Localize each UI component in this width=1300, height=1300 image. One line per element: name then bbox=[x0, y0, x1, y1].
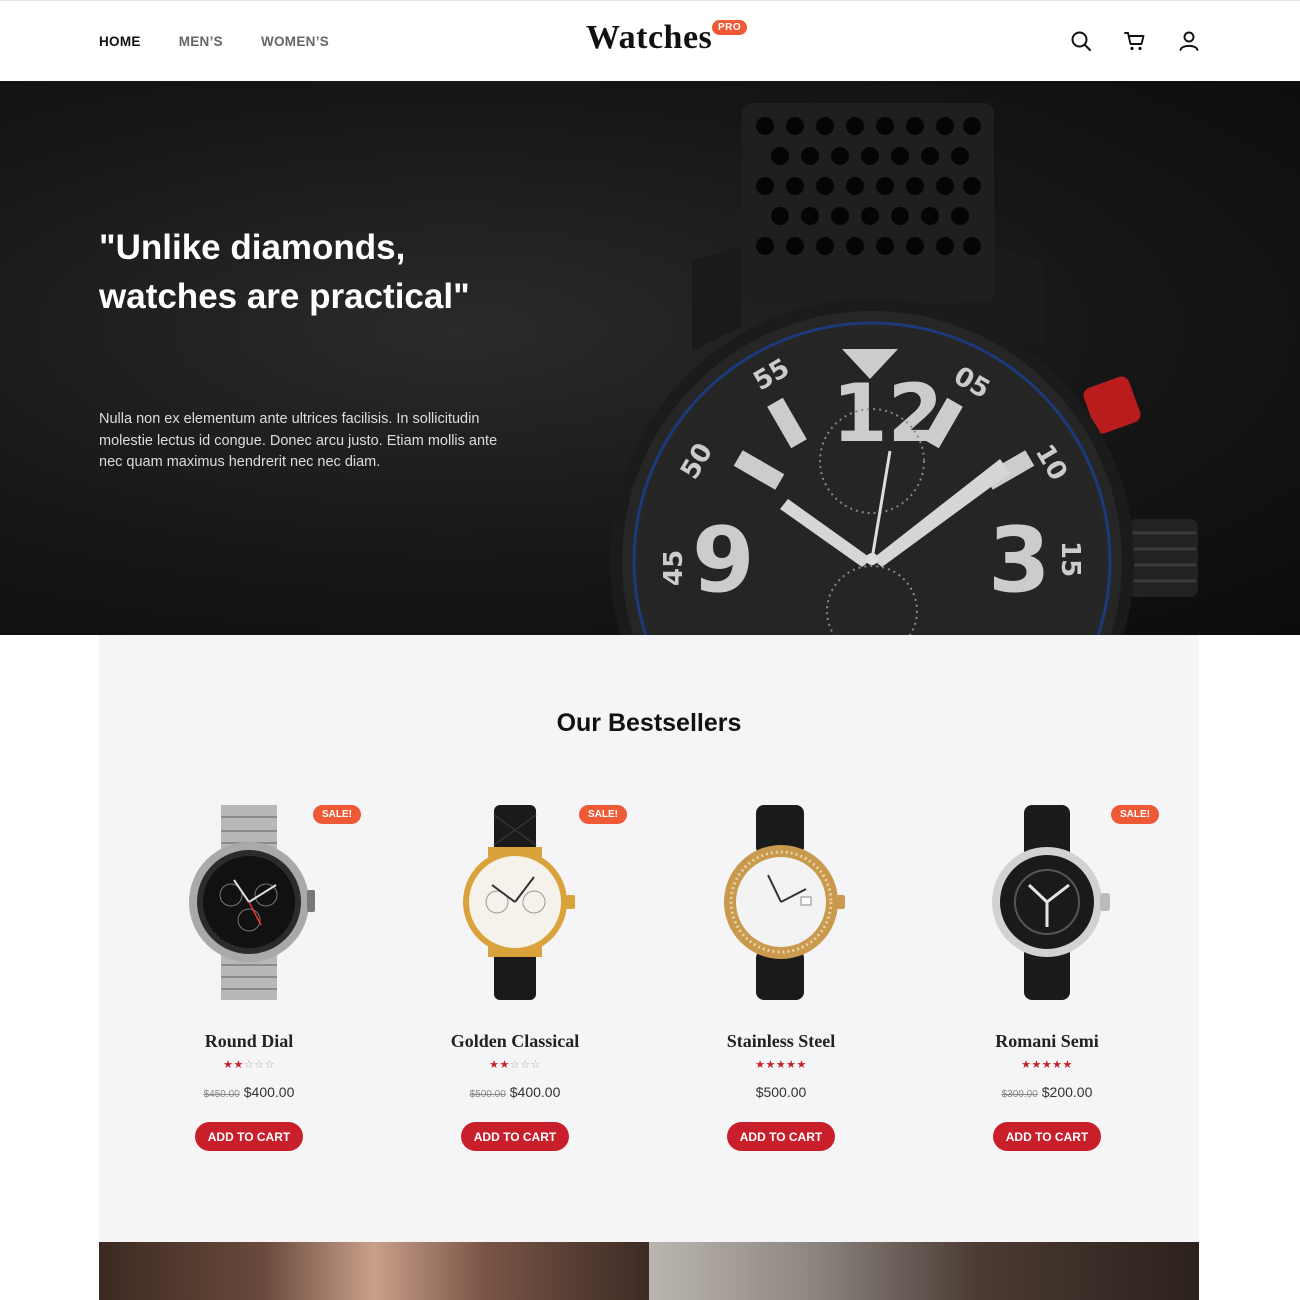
product-rating: ★★★★★ bbox=[755, 1059, 807, 1071]
current-price: $400.00 bbox=[509, 1084, 561, 1100]
hero-description: Nulla non ex elementum ante ultrices fac… bbox=[99, 411, 498, 470]
product-name[interactable]: Stainless Steel bbox=[648, 1031, 914, 1052]
search-icon[interactable] bbox=[1069, 29, 1093, 53]
old-price: $450.00 bbox=[203, 1089, 240, 1100]
site-header: HOME MEN’S WOMEN’S Watches PRO bbox=[0, 0, 1300, 81]
add-to-cart-button[interactable]: ADD TO CART bbox=[727, 1122, 835, 1151]
hero-banner: "Unlike diamonds, watches are practical"… bbox=[0, 81, 1300, 635]
add-to-cart-button[interactable]: ADD TO CART bbox=[993, 1122, 1101, 1151]
product-card[interactable]: Stainless Steel ★★★★★ $500.00 ADD TO CAR… bbox=[648, 805, 914, 1185]
product-price: $500.00 $400.00 bbox=[382, 1084, 648, 1100]
product-card[interactable]: SALE! Romani Semi ★★★★★ $300.00 $200.00 A… bbox=[914, 805, 1180, 1185]
nav-home[interactable]: HOME bbox=[99, 34, 141, 49]
product-name[interactable]: Round Dial bbox=[116, 1031, 382, 1052]
logo-text: Watches bbox=[586, 19, 713, 56]
product-price: $450.00 $400.00 bbox=[116, 1084, 382, 1100]
product-rating: ★★☆☆☆ bbox=[489, 1059, 541, 1071]
hero-watch-image: 12 9 3 55 05 50 10 45 15 bbox=[610, 103, 1198, 635]
sale-badge: SALE! bbox=[1111, 805, 1159, 824]
main-nav: HOME MEN’S WOMEN’S bbox=[99, 34, 329, 49]
svg-text:12: 12 bbox=[832, 367, 943, 460]
product-name[interactable]: Golden Classical bbox=[382, 1031, 648, 1052]
nav-mens[interactable]: MEN’S bbox=[179, 34, 223, 49]
sale-badge: SALE! bbox=[579, 805, 627, 824]
current-price: $500.00 bbox=[755, 1084, 807, 1100]
product-image-stainless-steel[interactable] bbox=[708, 805, 854, 1000]
sale-badge: SALE! bbox=[313, 805, 361, 824]
product-card[interactable]: SALE! Round Dial ★★☆☆☆ $450.00 $400.00 AD… bbox=[116, 805, 382, 1185]
old-price: $300.00 bbox=[1001, 1089, 1038, 1100]
current-price: $200.00 bbox=[1041, 1084, 1093, 1100]
hero-title: "Unlike diamonds, watches are practical" bbox=[99, 228, 470, 316]
current-price: $400.00 bbox=[243, 1084, 295, 1100]
section-title: Our Bestsellers bbox=[556, 709, 742, 737]
user-icon[interactable] bbox=[1177, 29, 1201, 53]
cart-icon[interactable] bbox=[1123, 29, 1147, 53]
site-logo[interactable]: Watches PRO bbox=[586, 19, 756, 67]
promo-banner-right[interactable] bbox=[649, 1242, 1199, 1300]
svg-text:15: 15 bbox=[1055, 541, 1085, 577]
svg-text:3: 3 bbox=[988, 508, 1051, 613]
product-image-golden-classical[interactable] bbox=[442, 805, 588, 1000]
svg-text:45: 45 bbox=[659, 550, 689, 586]
add-to-cart-button[interactable]: ADD TO CART bbox=[195, 1122, 303, 1151]
product-rating: ★★★★★ bbox=[1021, 1059, 1073, 1071]
svg-text:9: 9 bbox=[692, 508, 755, 613]
old-price: $500.00 bbox=[469, 1089, 506, 1100]
product-price: $300.00 $200.00 bbox=[914, 1084, 1180, 1100]
pro-badge: PRO bbox=[712, 20, 748, 35]
product-image-round-dial[interactable] bbox=[176, 805, 322, 1000]
product-price: $500.00 bbox=[648, 1084, 914, 1100]
product-name[interactable]: Romani Semi bbox=[914, 1031, 1180, 1052]
product-rating: ★★☆☆☆ bbox=[223, 1059, 275, 1071]
product-card[interactable]: SALE! Golden Classical ★★☆☆☆ $500.00 $400… bbox=[382, 805, 648, 1185]
bestsellers-section: Our Bestsellers SALE! Round Dial ★★☆☆☆ $… bbox=[99, 635, 1199, 1242]
add-to-cart-button[interactable]: ADD TO CART bbox=[461, 1122, 569, 1151]
product-image-romani-semi[interactable] bbox=[974, 805, 1120, 1000]
promo-banner-left[interactable] bbox=[99, 1242, 649, 1300]
nav-womens[interactable]: WOMEN’S bbox=[261, 34, 329, 49]
header-actions bbox=[1069, 29, 1201, 53]
